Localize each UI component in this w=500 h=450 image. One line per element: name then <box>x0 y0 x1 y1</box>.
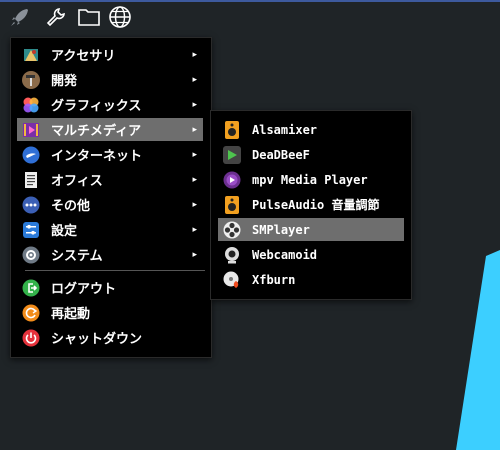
logout-icon <box>21 278 41 298</box>
multimedia-icon <box>21 120 41 140</box>
menu-item-graphics[interactable]: グラフィックス ▸ <box>17 93 203 116</box>
submenu-item-pulseaudio[interactable]: PulseAudio 音量調節 <box>218 193 404 216</box>
submenu-item-webcamoid[interactable]: Webcamoid <box>218 243 404 266</box>
submenu-item-xfburn[interactable]: Xfburn <box>218 268 404 291</box>
speaker-icon <box>222 120 242 140</box>
mpv-icon <box>222 170 242 190</box>
chevron-right-icon: ▸ <box>192 199 197 210</box>
menu-item-logout[interactable]: ログアウト <box>17 276 203 299</box>
other-icon <box>21 195 41 215</box>
menu-item-office[interactable]: オフィス ▸ <box>17 168 203 191</box>
menu-separator <box>25 270 205 271</box>
deadbeef-icon <box>222 145 242 165</box>
folder-icon[interactable] <box>75 4 103 30</box>
disc-burn-icon <box>222 270 242 290</box>
chevron-right-icon: ▸ <box>192 249 197 260</box>
chevron-right-icon: ▸ <box>192 149 197 160</box>
menu-item-other[interactable]: その他 ▸ <box>17 193 203 216</box>
internet-icon <box>21 145 41 165</box>
reboot-icon <box>21 303 41 323</box>
chevron-right-icon: ▸ <box>192 124 197 135</box>
speaker-icon <box>222 195 242 215</box>
globe-icon[interactable] <box>106 4 134 30</box>
menu-item-accessories[interactable]: アクセサリ ▸ <box>17 43 203 66</box>
accessories-icon <box>21 45 41 65</box>
application-menu: アクセサリ ▸ 開発 ▸ グラフィックス ▸ マルチメディア ▸ インターネット… <box>10 37 212 358</box>
rocket-icon[interactable] <box>6 4 34 30</box>
submenu-item-deadbeef[interactable]: DeaDBeeF <box>218 143 404 166</box>
menu-item-reboot[interactable]: 再起動 <box>17 301 203 324</box>
chevron-right-icon: ▸ <box>192 174 197 185</box>
smplayer-icon <box>222 220 242 240</box>
wallpaper-shape <box>456 250 500 450</box>
menu-item-multimedia[interactable]: マルチメディア ▸ <box>17 118 203 141</box>
chevron-right-icon: ▸ <box>192 49 197 60</box>
chevron-right-icon: ▸ <box>192 99 197 110</box>
menu-item-system[interactable]: システム ▸ <box>17 243 203 266</box>
wrench-icon[interactable] <box>42 4 70 30</box>
chevron-right-icon: ▸ <box>192 224 197 235</box>
submenu-item-alsamixer[interactable]: Alsamixer <box>218 118 404 141</box>
menu-item-internet[interactable]: インターネット ▸ <box>17 143 203 166</box>
multimedia-submenu: Alsamixer DeaDBeeF mpv Media Player Puls… <box>210 110 412 300</box>
submenu-item-smplayer[interactable]: SMPlayer <box>218 218 404 241</box>
shutdown-icon <box>21 328 41 348</box>
system-icon <box>21 245 41 265</box>
menu-item-shutdown[interactable]: シャットダウン <box>17 326 203 349</box>
menu-item-development[interactable]: 開発 ▸ <box>17 68 203 91</box>
graphics-icon <box>21 95 41 115</box>
webcam-icon <box>222 245 242 265</box>
menu-item-settings[interactable]: 設定 ▸ <box>17 218 203 241</box>
top-border <box>0 0 500 2</box>
settings-icon <box>21 220 41 240</box>
office-icon <box>21 170 41 190</box>
submenu-item-mpv[interactable]: mpv Media Player <box>218 168 404 191</box>
chevron-right-icon: ▸ <box>192 74 197 85</box>
hammer-icon <box>21 70 41 90</box>
